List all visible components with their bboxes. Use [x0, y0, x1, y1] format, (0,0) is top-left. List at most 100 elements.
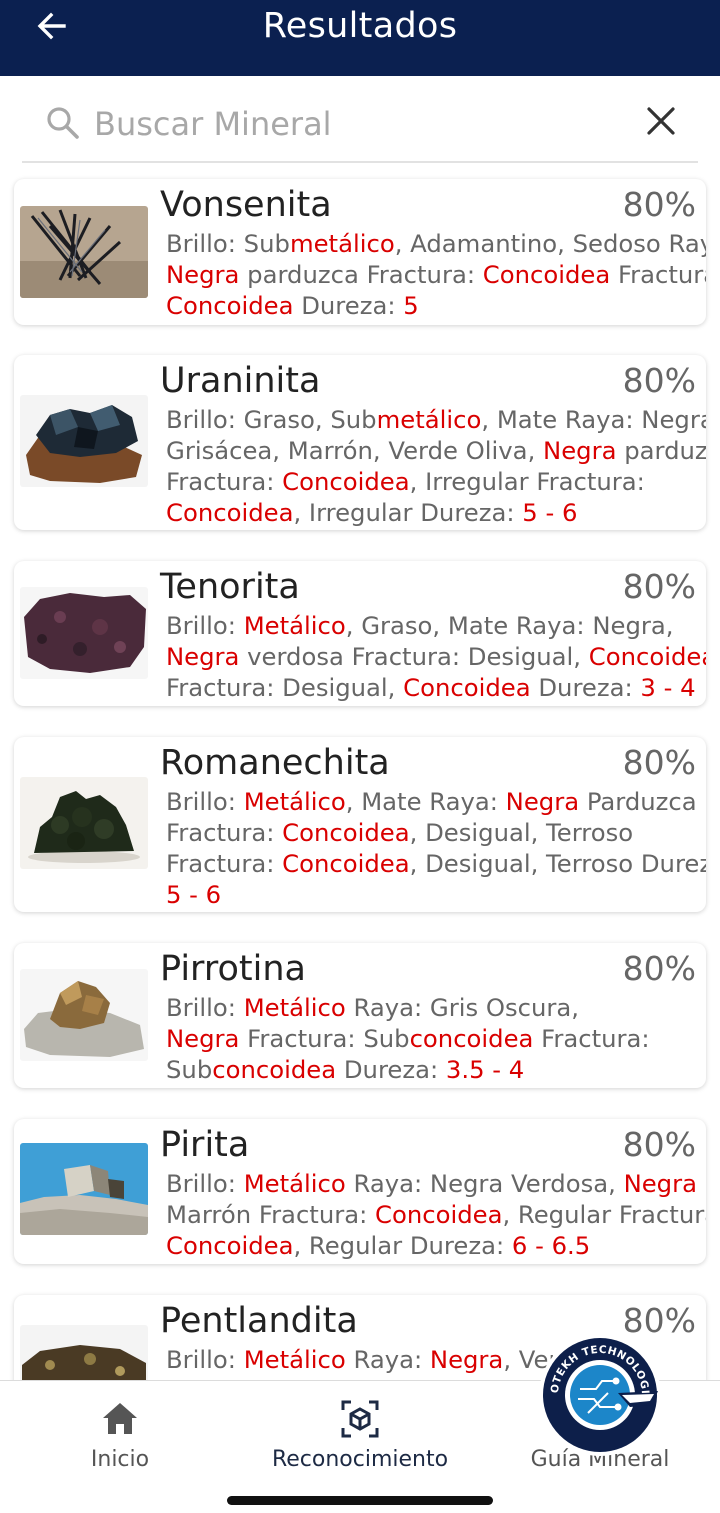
result-card[interactable]: Pirita 80% Brillo: Metálico Raya: Negra … — [14, 1119, 706, 1264]
property-text: Fractura: — [166, 818, 283, 847]
property-text: Fractura: Desigual, — [166, 673, 404, 702]
search-input[interactable] — [94, 100, 614, 148]
result-card[interactable]: Uraninita 80% Brillo: Graso, Submetálico… — [14, 355, 706, 530]
property-highlight: Negra — [543, 436, 617, 465]
geotekh-logo: GEOTEKH TECHNOLOGIES — [533, 1324, 662, 1457]
property-highlight: Negra — [166, 260, 240, 289]
property-highlight: Concoidea — [282, 467, 410, 496]
property-highlight: Metálico — [243, 1169, 346, 1198]
mineral-name: Pirrotina — [160, 949, 306, 989]
property-text: , Regular Fractura: — [502, 1200, 706, 1229]
mineral-name: Romanechita — [160, 743, 390, 783]
property-text: verdosa Fractura: Desigual, — [239, 642, 589, 671]
property-highlight: 3.5 - 4 — [445, 1055, 525, 1084]
mineral-thumbnail — [20, 395, 148, 487]
property-highlight: Negra — [429, 1345, 504, 1374]
property-highlight: Concoidea — [166, 291, 294, 320]
match-percent: 80% — [622, 185, 696, 224]
property-highlight: Metálico — [243, 993, 346, 1022]
property-highlight: Concoidea — [375, 1200, 503, 1229]
property-text: , Irregular Dureza: — [293, 498, 523, 527]
property-highlight: 6 - 6.5 — [511, 1231, 591, 1260]
property-highlight: Metálico — [243, 1345, 346, 1374]
property-text: Fractura: — [166, 849, 283, 878]
property-highlight: 5 - 6 — [522, 498, 578, 527]
property-text: Grisácea, Marrón, Verde Oliva, — [166, 436, 544, 465]
property-text: , Desigual, Terroso — [409, 818, 634, 847]
cube-scan-icon — [341, 1400, 379, 1438]
property-text: Raya: — [345, 1345, 430, 1374]
property-highlight: Concoidea — [282, 818, 410, 847]
mineral-thumbnail — [20, 777, 148, 869]
property-text: Fractura: — [617, 260, 706, 289]
property-text: Sub — [166, 1055, 213, 1084]
property-text: Fractura: Sub — [239, 1024, 410, 1053]
match-percent: 80% — [622, 949, 696, 988]
property-text: parduzca Fractura: — [239, 260, 483, 289]
mineral-thumbnail — [20, 1143, 148, 1235]
results-list: Vonsenita 80% Brillo: Submetálico, Adama… — [0, 164, 720, 1380]
mineral-name: Tenorita — [160, 567, 300, 607]
property-text: Fractura: — [533, 1024, 650, 1053]
mineral-thumbnail — [20, 969, 148, 1061]
property-highlight: metálico — [376, 405, 482, 434]
property-text: Dureza: — [336, 1055, 446, 1084]
result-card[interactable]: Vonsenita 80% Brillo: Submetálico, Adama… — [14, 179, 706, 325]
property-text: , Mate Raya: Negra — [481, 405, 706, 434]
app-bar: Resultados — [0, 0, 720, 76]
property-text: Dureza: — [293, 291, 404, 320]
mineral-properties: Brillo: Submetálico, Adamantino, Sedoso … — [166, 228, 706, 321]
mineral-name: Vonsenita — [160, 185, 332, 225]
property-text: Brillo: Graso, Sub — [166, 405, 377, 434]
property-text: , Irregular Fractura: — [409, 467, 645, 496]
mineral-name: Pentlandita — [160, 1301, 358, 1341]
property-text: , Regular Dureza: — [293, 1231, 512, 1260]
property-highlight: Concoidea — [282, 849, 410, 878]
property-text: Raya: Gris Oscura, — [345, 993, 579, 1022]
property-text: , Desigual, Terroso Dureza: — [409, 849, 706, 878]
nav-item-reconocimiento[interactable]: Reconocimiento — [250, 1399, 470, 1472]
mineral-properties: Brillo: Metálico, Mate Raya: Negra Pardu… — [166, 786, 706, 910]
close-icon[interactable] — [642, 102, 680, 140]
mineral-name: Pirita — [160, 1125, 250, 1165]
property-text: Brillo: Sub — [166, 229, 290, 258]
property-text: , Adamantino, Sedoso Raya: — [394, 229, 706, 258]
property-text: Fractura: — [166, 467, 283, 496]
property-highlight: concoidea — [409, 1024, 534, 1053]
property-text: Marrón Fractura: — [166, 1200, 376, 1229]
nav-label: Reconocimiento — [271, 1447, 449, 1472]
property-text: Parduzca — [579, 787, 697, 816]
page-title: Resultados — [262, 6, 458, 46]
mineral-thumbnail — [20, 206, 148, 298]
mineral-properties: Brillo: Graso, Submetálico, Mate Raya: N… — [166, 404, 706, 528]
property-highlight: Concoidea — [166, 498, 294, 527]
result-card[interactable]: Pirrotina 80% Brillo: Metálico Raya: Gri… — [14, 943, 706, 1088]
result-card[interactable]: Tenorita 80% Brillo: Metálico, Graso, Ma… — [14, 561, 706, 706]
property-highlight: 3 - 4 — [640, 673, 696, 702]
search-icon — [47, 107, 79, 139]
nav-label: Inicio — [90, 1447, 150, 1472]
property-text: Brillo: — [166, 611, 244, 640]
property-highlight: Concoidea — [403, 673, 531, 702]
property-text: parduzca — [624, 436, 706, 465]
match-percent: 80% — [622, 743, 696, 782]
property-highlight: Negra — [166, 1024, 240, 1053]
property-highlight: concoidea — [212, 1055, 337, 1084]
property-highlight: 5 - 6 — [166, 880, 222, 909]
nav-item-inicio[interactable]: Inicio — [10, 1399, 230, 1472]
match-percent: 80% — [622, 567, 696, 606]
property-highlight: Negra — [166, 642, 240, 671]
mineral-thumbnail — [20, 587, 148, 679]
mineral-properties: Brillo: Metálico, Graso, Mate Raya: Negr… — [166, 610, 706, 703]
property-text: , Graso, Mate Raya: Negra, — [345, 611, 674, 640]
result-card[interactable]: Romanechita 80% Brillo: Metálico, Mate R… — [14, 737, 706, 912]
property-highlight: Concoidea — [166, 1231, 294, 1260]
property-highlight: metálico — [289, 229, 395, 258]
property-text: Brillo: — [166, 1169, 244, 1198]
mineral-properties: Brillo: Metálico Raya: Gris Oscura, Negr… — [166, 992, 702, 1085]
property-highlight: Concoidea — [588, 642, 706, 671]
property-highlight: Metálico — [243, 787, 346, 816]
mineral-properties: Brillo: Metálico Raya: Negra Verdosa, Ne… — [166, 1168, 706, 1261]
property-text: , Mate Raya: — [345, 787, 506, 816]
search-bar — [22, 90, 698, 163]
